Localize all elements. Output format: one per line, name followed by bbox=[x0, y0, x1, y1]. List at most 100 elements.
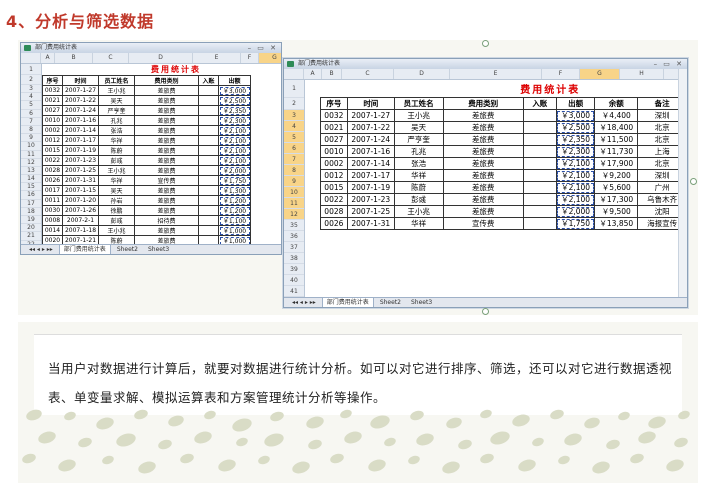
table-cell[interactable]: 孔兆 bbox=[98, 115, 135, 126]
table-cell[interactable] bbox=[198, 195, 219, 206]
column-title[interactable]: 费用类别 bbox=[134, 75, 199, 86]
table-cell[interactable]: 差旅费 bbox=[134, 145, 199, 156]
blank-cell[interactable] bbox=[305, 170, 320, 182]
table-cell[interactable] bbox=[198, 95, 219, 106]
table-cell[interactable]: ￥13,850 bbox=[594, 217, 639, 230]
table-cell[interactable]: 差旅费 bbox=[134, 125, 199, 136]
sheet-tab[interactable]: Sheet3 bbox=[407, 298, 436, 307]
table-cell[interactable]: 吴天 bbox=[393, 121, 444, 134]
table-cell[interactable]: 0026 bbox=[319, 217, 348, 230]
column-title[interactable]: 序号 bbox=[319, 97, 348, 110]
table-cell[interactable]: ￥2,100 bbox=[218, 145, 251, 156]
table-cell[interactable]: 陈蔚 bbox=[98, 145, 135, 156]
table-cell[interactable]: 2007-1-23 bbox=[346, 193, 395, 206]
table-cell[interactable]: 0027 bbox=[42, 105, 63, 116]
table-cell[interactable]: 0015 bbox=[42, 145, 63, 156]
table-cell[interactable] bbox=[198, 165, 219, 176]
table-cell[interactable]: 2007-1-20 bbox=[62, 195, 99, 206]
sheet-tab[interactable]: Sheet2 bbox=[113, 245, 142, 254]
table-cell[interactable]: 华祥 bbox=[393, 169, 444, 182]
table-cell[interactable]: 2007-2-1 bbox=[62, 215, 99, 226]
row-header[interactable]: 17 bbox=[21, 200, 41, 208]
table-cell[interactable]: ￥1,750 bbox=[218, 175, 251, 186]
table-cell[interactable]: 差旅费 bbox=[442, 169, 524, 182]
table-cell[interactable] bbox=[198, 205, 219, 216]
table-cell[interactable]: 陈蔚 bbox=[393, 181, 444, 194]
row-header[interactable]: 14 bbox=[21, 175, 41, 184]
table-cell[interactable]: ￥1,000 bbox=[218, 225, 251, 236]
blank-cell[interactable] bbox=[305, 110, 320, 122]
row-header[interactable]: 1 bbox=[21, 64, 41, 75]
resize-handle-right[interactable] bbox=[690, 178, 697, 185]
table-cell[interactable]: ￥2,100 bbox=[218, 125, 251, 136]
table-cell[interactable]: ￥4,400 bbox=[594, 109, 639, 122]
column-title[interactable]: 时间 bbox=[62, 75, 99, 86]
row-header[interactable]: 16 bbox=[21, 191, 41, 200]
sheet-tabs[interactable]: ◂◂ ◂ ▸ ▸▸ 部门费用统计表 Sheet2 Sheet3 bbox=[284, 297, 687, 307]
sheet-tab[interactable]: Sheet3 bbox=[144, 245, 173, 254]
row-header[interactable]: 15 bbox=[21, 183, 41, 192]
table-cell[interactable]: 差旅费 bbox=[134, 95, 199, 106]
table-cell[interactable]: 0008 bbox=[42, 215, 63, 226]
table-cell[interactable]: 2007-1-16 bbox=[346, 145, 395, 158]
column-header-g[interactable]: G bbox=[259, 53, 281, 63]
table-cell[interactable]: ￥1,100 bbox=[218, 215, 251, 226]
row-header[interactable]: 9 bbox=[284, 176, 304, 187]
table-cell[interactable] bbox=[522, 133, 557, 146]
table-cell[interactable]: 2007-1-23 bbox=[62, 155, 99, 166]
table-cell[interactable]: 0021 bbox=[42, 95, 63, 106]
table-cell[interactable] bbox=[198, 145, 219, 156]
table-cell[interactable]: 差旅费 bbox=[134, 155, 199, 166]
blank-cell[interactable] bbox=[305, 134, 320, 146]
table-cell[interactable] bbox=[198, 85, 219, 96]
table-cell[interactable]: ￥2,100 bbox=[555, 169, 596, 182]
table-cell[interactable]: 宣传费 bbox=[134, 175, 199, 186]
row-header[interactable]: 5 bbox=[21, 101, 41, 110]
table-cell[interactable]: 孔兆 bbox=[393, 145, 444, 158]
table-cell[interactable]: 差旅费 bbox=[134, 225, 199, 236]
row-header[interactable]: 6 bbox=[21, 110, 41, 118]
table-cell[interactable]: ￥2,100 bbox=[555, 193, 596, 206]
table-cell[interactable]: 2007-1-17 bbox=[346, 169, 395, 182]
column-title[interactable]: 序号 bbox=[42, 75, 63, 86]
row-header[interactable]: 7 bbox=[284, 154, 304, 165]
table-cell[interactable]: ￥1,300 bbox=[218, 185, 251, 196]
blank-cell[interactable] bbox=[305, 218, 320, 230]
table-cell[interactable] bbox=[522, 169, 557, 182]
column-title[interactable]: 员工姓名 bbox=[393, 97, 444, 110]
row-header[interactable]: 12 bbox=[21, 159, 41, 167]
corner-cell[interactable] bbox=[21, 53, 41, 63]
row-header[interactable]: 38 bbox=[284, 253, 304, 264]
column-title[interactable]: 费用类别 bbox=[442, 97, 524, 110]
table-cell[interactable]: 0017 bbox=[42, 185, 63, 196]
table-cell[interactable]: 孙岩 bbox=[98, 195, 135, 206]
row-header[interactable]: 10 bbox=[21, 142, 41, 151]
row-header[interactable]: 40 bbox=[284, 275, 304, 286]
row-header[interactable]: 13 bbox=[21, 167, 41, 176]
column-header-e[interactable]: E bbox=[450, 69, 542, 79]
table-cell[interactable]: ￥2,100 bbox=[218, 135, 251, 146]
row-header[interactable]: 3 bbox=[21, 85, 41, 94]
column-title[interactable]: 时间 bbox=[346, 97, 395, 110]
table-cell[interactable] bbox=[522, 145, 557, 158]
column-title[interactable]: 入账 bbox=[522, 97, 557, 110]
table-cell[interactable]: 差旅费 bbox=[134, 185, 199, 196]
table-cell[interactable]: 差旅费 bbox=[442, 109, 524, 122]
table-cell[interactable]: 差旅费 bbox=[134, 165, 199, 176]
column-header-c[interactable]: C bbox=[342, 69, 394, 79]
table-cell[interactable]: 2007-1-26 bbox=[62, 205, 99, 216]
table-cell[interactable]: ￥5,600 bbox=[594, 181, 639, 194]
column-header-f[interactable]: F bbox=[542, 69, 580, 79]
table-cell[interactable]: 2007-1-14 bbox=[62, 125, 99, 136]
table-cell[interactable]: 0032 bbox=[319, 109, 348, 122]
row-header[interactable]: 7 bbox=[21, 118, 41, 126]
row-header[interactable]: 2 bbox=[21, 75, 41, 85]
row-header[interactable]: 36 bbox=[284, 231, 304, 242]
table-cell[interactable]: 张浩 bbox=[98, 125, 135, 136]
table-cell[interactable]: 差旅费 bbox=[442, 133, 524, 146]
row-header[interactable]: 11 bbox=[284, 198, 304, 209]
table-cell[interactable]: 0011 bbox=[42, 195, 63, 206]
row-header[interactable]: 20 bbox=[21, 224, 41, 233]
table-cell[interactable]: 0032 bbox=[42, 85, 63, 96]
table-cell[interactable]: 2007-1-31 bbox=[346, 217, 395, 230]
